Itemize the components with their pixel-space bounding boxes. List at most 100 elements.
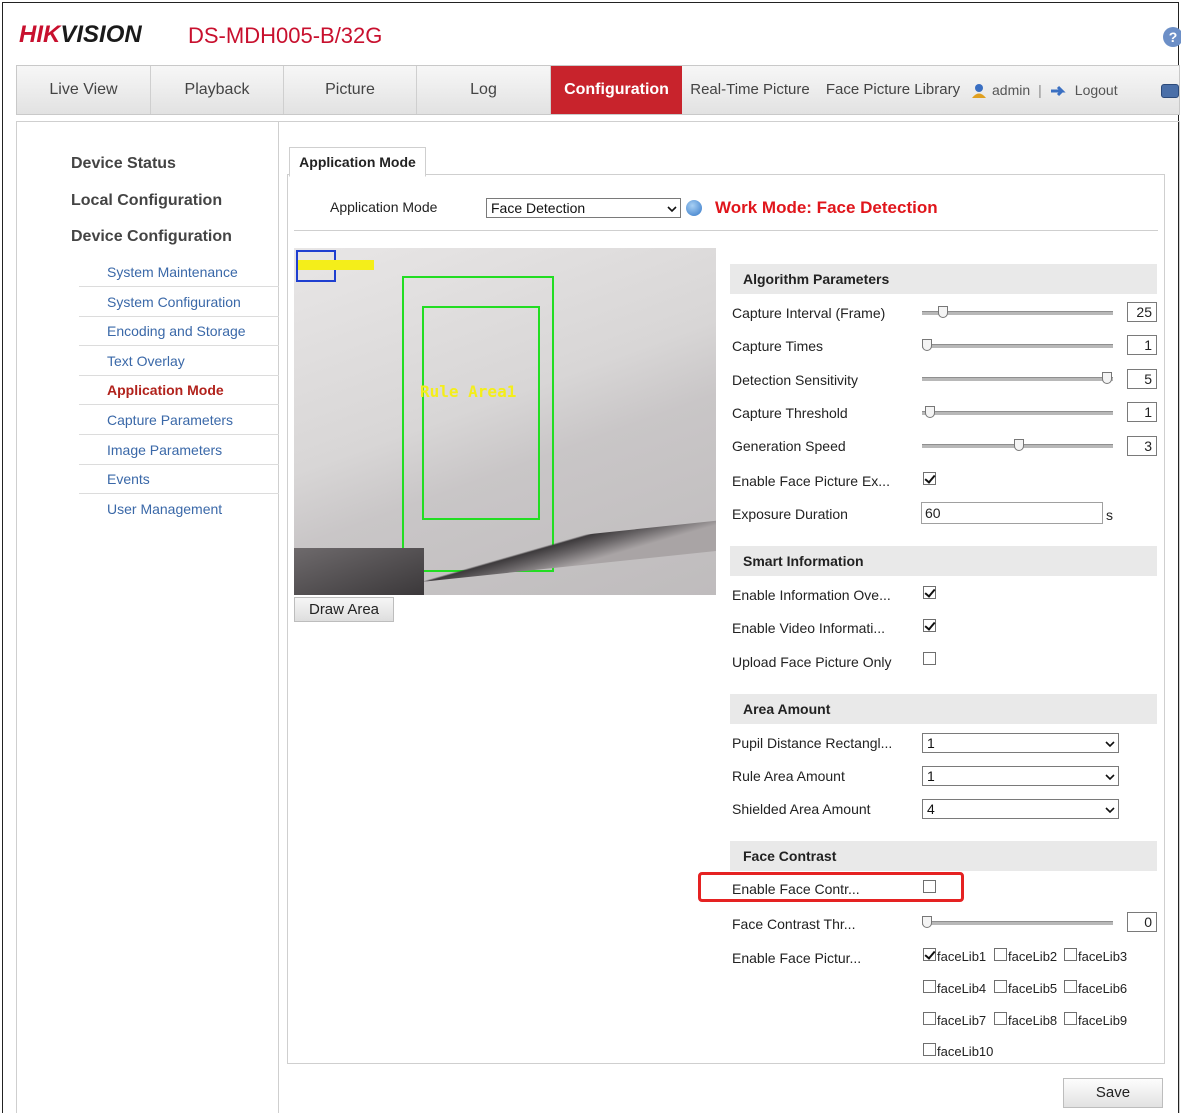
facelib4-label: faceLib4: [937, 981, 987, 996]
sidebar-item-user-management[interactable]: User Management: [79, 494, 279, 524]
tab-face-picture-library[interactable]: Face Picture Library: [817, 66, 969, 114]
device-model: DS-MDH005-B/32G: [188, 23, 383, 48]
username[interactable]: admin: [992, 82, 1030, 98]
capture-interval-label: Capture Interval (Frame): [732, 305, 886, 321]
generation-speed-label: Generation Speed: [732, 438, 846, 454]
facelib4-checkbox[interactable]: [923, 980, 936, 993]
sidebar-item-system-maintenance[interactable]: System Maintenance: [79, 257, 279, 287]
section-algorithm-parameters: Algorithm Parameters: [730, 264, 1157, 294]
content-area: Device Status Local Configuration Device…: [16, 121, 1180, 1113]
capture-interval-slider[interactable]: [922, 311, 1113, 315]
tab-picture[interactable]: Picture: [284, 66, 417, 114]
logout-icon[interactable]: [1050, 85, 1070, 97]
tab-configuration[interactable]: Configuration: [551, 66, 682, 114]
sidebar-item-system-configuration[interactable]: System Configuration: [79, 287, 279, 317]
rule-area-amount-select[interactable]: 1: [922, 766, 1119, 786]
sidebar-local-configuration[interactable]: Local Configuration: [71, 192, 222, 210]
capture-threshold-value[interactable]: 1: [1127, 402, 1157, 422]
video-info-checkbox[interactable]: [923, 619, 936, 632]
capture-times-slider[interactable]: [922, 344, 1113, 348]
ceiling-corner: [294, 548, 424, 595]
draw-area-button[interactable]: Draw Area: [294, 597, 394, 622]
tab-log[interactable]: Log: [417, 66, 551, 114]
facelib10-checkbox[interactable]: [923, 1043, 936, 1056]
sidebar-device-configuration[interactable]: Device Configuration: [71, 228, 232, 246]
sidebar-item-capture-parameters[interactable]: Capture Parameters: [79, 405, 279, 435]
pupil-distance-label: Pupil Distance Rectangl...: [732, 735, 893, 751]
facelib1-label: faceLib1: [937, 949, 987, 964]
work-mode-status: Work Mode: Face Detection: [715, 198, 938, 217]
facelib7-checkbox[interactable]: [923, 1012, 936, 1025]
id-card-icon[interactable]: [1161, 84, 1179, 98]
face-library-enable-label: Enable Face Pictur...: [732, 950, 862, 966]
chevron-down-icon: [1105, 741, 1115, 748]
pupil-distance-value: 1: [927, 735, 935, 751]
info-overlay-checkbox[interactable]: [923, 586, 936, 599]
face-contrast-threshold-value[interactable]: 0: [1127, 912, 1157, 932]
rule-area-inner-rect: [422, 306, 540, 520]
detection-sensitivity-handle[interactable]: [1102, 372, 1112, 384]
facelib6-checkbox[interactable]: [1064, 980, 1077, 993]
capture-times-label: Capture Times: [732, 338, 824, 354]
application-mode-value: Face Detection: [491, 200, 586, 216]
face-contrast-checkbox[interactable]: [923, 880, 936, 893]
capture-interval-handle[interactable]: [938, 306, 948, 318]
upload-face-only-label: Upload Face Picture Only: [732, 654, 892, 670]
detection-sensitivity-value[interactable]: 5: [1127, 369, 1157, 389]
generation-speed-value[interactable]: 3: [1127, 436, 1157, 456]
tab-application-mode[interactable]: Application Mode: [289, 147, 426, 177]
logout-link[interactable]: Logout: [1075, 82, 1118, 98]
shielded-area-amount-select[interactable]: 4: [922, 799, 1119, 819]
shielded-area-amount-value: 4: [927, 801, 935, 817]
facelib3-label: faceLib3: [1078, 949, 1128, 964]
video-info-label: Enable Video Informati...: [732, 620, 886, 636]
sidebar-item-image-parameters[interactable]: Image Parameters: [79, 435, 279, 465]
capture-times-handle[interactable]: [922, 339, 932, 351]
rule-area-amount-value: 1: [927, 768, 935, 784]
generation-speed-handle[interactable]: [1014, 439, 1024, 451]
user-separator: |: [1038, 82, 1042, 98]
sidebar-item-encoding-storage[interactable]: Encoding and Storage: [79, 316, 279, 346]
facelib5-checkbox[interactable]: [994, 980, 1007, 993]
upload-face-only-checkbox[interactable]: [923, 652, 936, 665]
sidebar-item-application-mode[interactable]: Application Mode: [79, 375, 279, 405]
exposure-duration-label: Exposure Duration: [732, 506, 848, 522]
facelib2-label: faceLib2: [1008, 949, 1058, 964]
capture-times-value[interactable]: 1: [1127, 335, 1157, 355]
capture-threshold-slider[interactable]: [922, 411, 1113, 415]
tab-playback[interactable]: Playback: [151, 66, 284, 114]
sidebar-device-status[interactable]: Device Status: [71, 155, 176, 173]
face-contrast-threshold-handle[interactable]: [922, 916, 932, 928]
application-mode-select[interactable]: Face Detection: [486, 198, 681, 218]
video-preview[interactable]: Rule Area1: [294, 248, 716, 595]
facelib8-checkbox[interactable]: [994, 1012, 1007, 1025]
tab-real-time-picture[interactable]: Real-Time Picture: [683, 66, 817, 114]
tab-live-view[interactable]: Live View: [17, 66, 151, 114]
sidebar-item-events[interactable]: Events: [79, 464, 279, 494]
capture-threshold-handle[interactable]: [925, 406, 935, 418]
main-nav: Live View Playback Picture Log Configura…: [16, 65, 1180, 115]
detection-sensitivity-slider[interactable]: [922, 377, 1113, 381]
shielded-area-amount-label: Shielded Area Amount: [732, 801, 871, 817]
face-contrast-enable-label: Enable Face Contr...: [732, 881, 860, 897]
pupil-distance-select[interactable]: 1: [922, 733, 1119, 753]
facelib1-checkbox[interactable]: [923, 948, 936, 961]
help-icon[interactable]: ?: [1163, 27, 1181, 47]
info-icon[interactable]: [686, 200, 702, 216]
info-overlay-label: Enable Information Ove...: [732, 587, 891, 603]
facelib6-label: faceLib6: [1078, 981, 1128, 996]
facelib9-checkbox[interactable]: [1064, 1012, 1077, 1025]
section-face-contrast: Face Contrast: [730, 841, 1157, 871]
facelib2-checkbox[interactable]: [994, 948, 1007, 961]
section-area-amount: Area Amount: [730, 694, 1157, 724]
rule-area-label: Rule Area1: [420, 382, 517, 401]
facelib3-checkbox[interactable]: [1064, 948, 1077, 961]
sidebar-item-text-overlay[interactable]: Text Overlay: [79, 346, 279, 376]
capture-interval-value[interactable]: 25: [1127, 302, 1157, 322]
chevron-down-icon: [667, 206, 677, 213]
exposure-duration-input[interactable]: 60: [921, 502, 1103, 524]
face-exposure-checkbox[interactable]: [923, 472, 936, 485]
save-button[interactable]: Save: [1063, 1078, 1163, 1108]
face-contrast-threshold-slider[interactable]: [922, 921, 1113, 925]
capture-threshold-label: Capture Threshold: [732, 405, 848, 421]
